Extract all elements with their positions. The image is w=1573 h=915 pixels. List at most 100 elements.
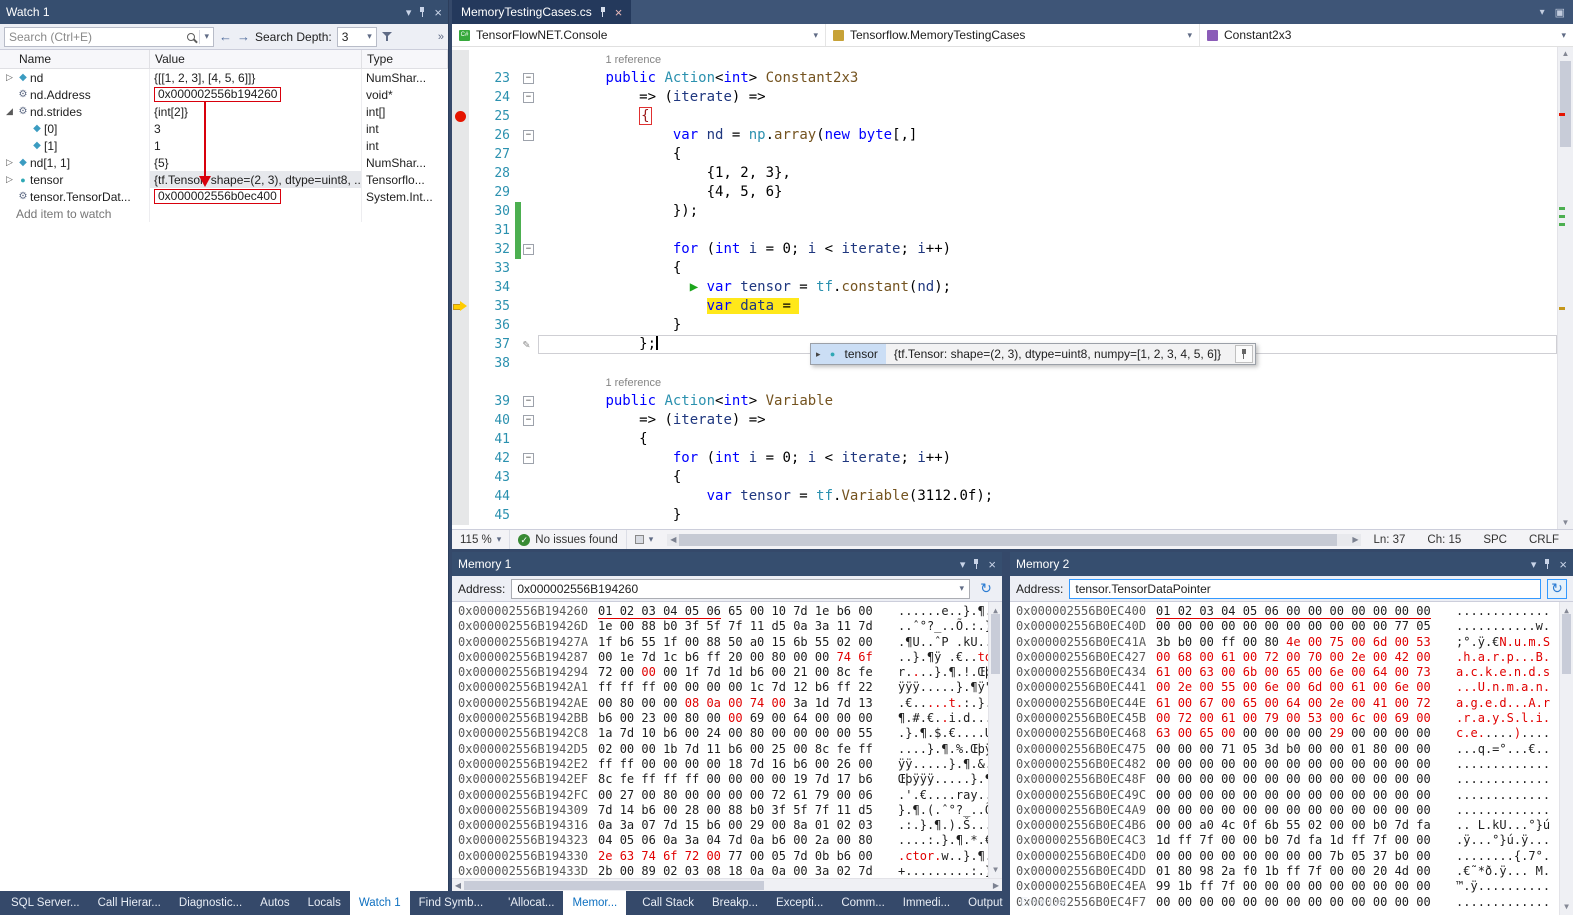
watch-row[interactable]: ⚙tensor.TensorDat...0x000002556b0ec400Sy… <box>0 188 448 205</box>
memory-bytes[interactable]: 00 68 00 61 00 72 00 70 00 2e 00 42 00 <box>1156 650 1448 665</box>
pin-icon[interactable] <box>972 558 981 570</box>
outlining-margin[interactable]: − <box>521 126 538 145</box>
code-line[interactable]: 42− for (int i = 0; i < iterate; i++) <box>452 449 1557 468</box>
document-tab[interactable]: MemoryTestingCases.cs × <box>452 0 631 24</box>
memory-row[interactable]: 0x000002556B0EC42700 68 00 61 00 72 00 7… <box>1016 650 1573 665</box>
bottom-tab-watch-1[interactable]: Watch 1 <box>350 891 410 915</box>
memory-bytes[interactable]: 8c fe ff ff ff 00 00 00 00 19 7d 17 b6 <box>598 772 890 787</box>
datatip-expander-icon[interactable]: ▸ <box>816 349 821 360</box>
bottom-tab-breakp-[interactable]: Breakp... <box>703 891 767 915</box>
code-line[interactable]: 1 reference <box>452 373 1557 392</box>
outlining-margin[interactable]: − <box>521 411 538 430</box>
memory-row[interactable]: 0x000002556B0EC44E61 00 67 00 65 00 64 0… <box>1016 696 1573 711</box>
scroll-right-icon[interactable]: ▶ <box>1349 535 1361 544</box>
memory-bytes[interactable]: 1a 7d 10 b6 00 24 00 80 00 00 00 00 55 <box>598 726 890 741</box>
chevron-down-icon[interactable]: ▾ <box>204 31 209 42</box>
code-line[interactable]: 45 } <box>452 506 1557 525</box>
memory-row[interactable]: 0x000002556B1943160a 3a 07 7d 15 b6 00 2… <box>458 818 1002 833</box>
memory-row[interactable]: 0x000002556B0EC48F00 00 00 00 00 00 00 0… <box>1016 772 1573 787</box>
indicator-margin[interactable] <box>452 449 469 468</box>
window-position-icon[interactable]: ▾ <box>960 558 966 571</box>
code-line[interactable]: 23− public Action<int> Constant2x3 <box>452 69 1557 88</box>
outlining-margin[interactable] <box>521 278 538 297</box>
watch-row[interactable]: ▷◆nd{[[1, 2, 3], [4, 5, 6]]}NumShar... <box>0 69 448 86</box>
memory-row[interactable]: 0x000002556B19428700 1e 7d 1c b6 ff 20 0… <box>458 650 1002 665</box>
memory-row[interactable]: 0x000002556B0EC44100 2e 00 55 00 6e 00 6… <box>1016 680 1573 695</box>
outlining-margin[interactable] <box>521 221 538 240</box>
scroll-up-icon[interactable]: ▲ <box>1558 49 1573 58</box>
scroll-down-icon[interactable]: ▼ <box>989 862 1002 877</box>
code-line[interactable]: 29 {4, 5, 6} <box>452 183 1557 202</box>
indicator-margin[interactable] <box>452 126 469 145</box>
collapse-box-icon[interactable]: − <box>523 244 534 255</box>
memory-row[interactable]: 0x000002556B1942BBb6 00 23 00 80 00 00 6… <box>458 711 1002 726</box>
indicator-margin[interactable] <box>452 88 469 107</box>
outlining-margin[interactable] <box>521 297 538 316</box>
search-input[interactable]: Search (Ctrl+E) ▾ <box>4 27 214 47</box>
memory-bytes[interactable]: b6 00 23 00 80 00 00 69 00 64 00 00 00 <box>598 711 890 726</box>
memory1-vscrollbar[interactable]: ▲ ▼ <box>988 602 1002 878</box>
scroll-down-icon[interactable]: ▼ <box>1558 518 1573 527</box>
watch-value-cell[interactable]: 0x000002556b194260 <box>150 86 362 103</box>
watch-row[interactable]: ⚙nd.Address0x000002556b194260void* <box>0 86 448 103</box>
memory-bytes[interactable]: 1e 00 88 b0 3f 5f 7f 11 d5 0a 3a 11 7d <box>598 619 890 634</box>
indicator-margin[interactable] <box>452 335 469 354</box>
memory-row[interactable]: 0x000002556B0EC41A3b b0 00 ff 00 80 4e 0… <box>1016 635 1573 650</box>
memory-row[interactable]: 0x000002556B1942FC00 27 00 80 00 00 00 0… <box>458 788 1002 803</box>
memory2-vscrollbar[interactable]: ▲ ▼ <box>1559 602 1573 915</box>
memory-row[interactable]: 0x000002556B1942AE00 80 00 00 08 0a 00 7… <box>458 696 1002 711</box>
expander-icon[interactable]: ▷ <box>3 157 16 168</box>
memory-row[interactable]: 0x000002556B0EC4D000 00 00 00 00 00 00 0… <box>1016 849 1573 864</box>
code-line[interactable]: 44 var tensor = tf.Variable(3112.0f); <box>452 487 1557 506</box>
memory-bytes[interactable]: 61 00 63 00 6b 00 65 00 6e 00 64 00 73 <box>1156 665 1448 680</box>
watch-row[interactable]: ▷◆nd[1, 1]{5}NumShar... <box>0 154 448 171</box>
memory-bytes[interactable]: 00 1e 7d 1c b6 ff 20 00 80 00 00 74 6f <box>598 650 890 665</box>
column-header-type[interactable]: Type <box>362 50 448 68</box>
watch-value-cell[interactable]: {int[2]} <box>150 103 362 120</box>
memory-row[interactable]: 0x000002556B1942EF8c fe ff ff ff 00 00 0… <box>458 772 1002 787</box>
code-line[interactable]: 32− for (int i = 0; i < iterate; i++) <box>452 240 1557 259</box>
memory-row[interactable]: 0x000002556B19433D2b 00 89 02 03 08 18 0… <box>458 864 1002 878</box>
codelens-references[interactable]: 1 reference <box>605 54 661 66</box>
codelens-references[interactable]: 1 reference <box>605 377 661 389</box>
code-line[interactable]: 43 { <box>452 468 1557 487</box>
indicator-margin[interactable] <box>452 468 469 487</box>
watch-value-cell[interactable]: 3 <box>150 120 362 137</box>
tab-pin-icon[interactable] <box>599 6 608 18</box>
outlining-margin[interactable] <box>521 487 538 506</box>
bottom-tab-error-list[interactable]: Error List <box>1012 891 1077 915</box>
bottom-tab-sql-server-[interactable]: SQL Server... <box>2 891 89 915</box>
memory1-hex-view[interactable]: 0x000002556B19426001 02 03 04 05 06 65 0… <box>452 602 1002 878</box>
watch-row[interactable]: ◢⚙nd.strides{int[2]}int[] <box>0 103 448 120</box>
memory-bytes[interactable]: 61 00 67 00 65 00 64 00 2e 00 41 00 72 <box>1156 696 1448 711</box>
memory-bytes[interactable]: 00 00 00 00 00 00 00 00 00 00 00 00 00 <box>1156 803 1448 818</box>
outlining-margin[interactable] <box>521 316 538 335</box>
column-header-value[interactable]: Value <box>150 50 362 68</box>
indicator-margin[interactable] <box>452 430 469 449</box>
code-line[interactable]: 39− public Action<int> Variable <box>452 392 1557 411</box>
indicator-margin[interactable] <box>452 411 469 430</box>
indicator-margin[interactable] <box>452 164 469 183</box>
indicator-margin[interactable] <box>452 506 469 525</box>
column-header-name[interactable]: Name <box>0 50 150 68</box>
memory-bytes[interactable]: 00 72 00 61 00 79 00 53 00 6c 00 69 00 <box>1156 711 1448 726</box>
expander-icon[interactable]: ◢ <box>3 106 16 117</box>
code-line[interactable]: 31 <box>452 221 1557 240</box>
tabbar-chevron-icon[interactable]: ▾ <box>1540 7 1545 18</box>
outlining-margin[interactable] <box>521 335 538 354</box>
window-position-icon[interactable]: ▾ <box>1531 558 1537 571</box>
code-line[interactable]: 1 reference <box>452 50 1557 69</box>
memory-bytes[interactable]: 63 00 65 00 00 00 00 00 29 00 00 00 00 <box>1156 726 1448 741</box>
search-forward-icon[interactable]: → <box>237 29 250 44</box>
watch-row[interactable]: ◆[0]3int <box>0 120 448 137</box>
watch-row[interactable]: ▷●tensor{tf.Tensor: shape=(2, 3), dtype=… <box>0 171 448 188</box>
memory-row[interactable]: 0x000002556B0EC48200 00 00 00 00 00 00 0… <box>1016 757 1573 772</box>
memory2-hex-view[interactable]: 0x000002556B0EC40001 02 03 04 05 06 00 0… <box>1010 602 1573 915</box>
indicator-margin[interactable] <box>452 107 469 126</box>
scroll-left-icon[interactable]: ◀ <box>452 881 464 890</box>
watch-titlebar[interactable]: Watch 1 ▾ × <box>0 0 448 24</box>
indicator-margin[interactable] <box>452 50 469 69</box>
memory-row[interactable]: 0x000002556B1942D502 00 00 1b 7d 11 b6 0… <box>458 742 1002 757</box>
memory-bytes[interactable]: 2e 63 74 6f 72 00 77 00 05 7d 0b b6 00 <box>598 849 890 864</box>
memory-row[interactable]: 0x000002556B19426001 02 03 04 05 06 65 0… <box>458 604 1002 619</box>
